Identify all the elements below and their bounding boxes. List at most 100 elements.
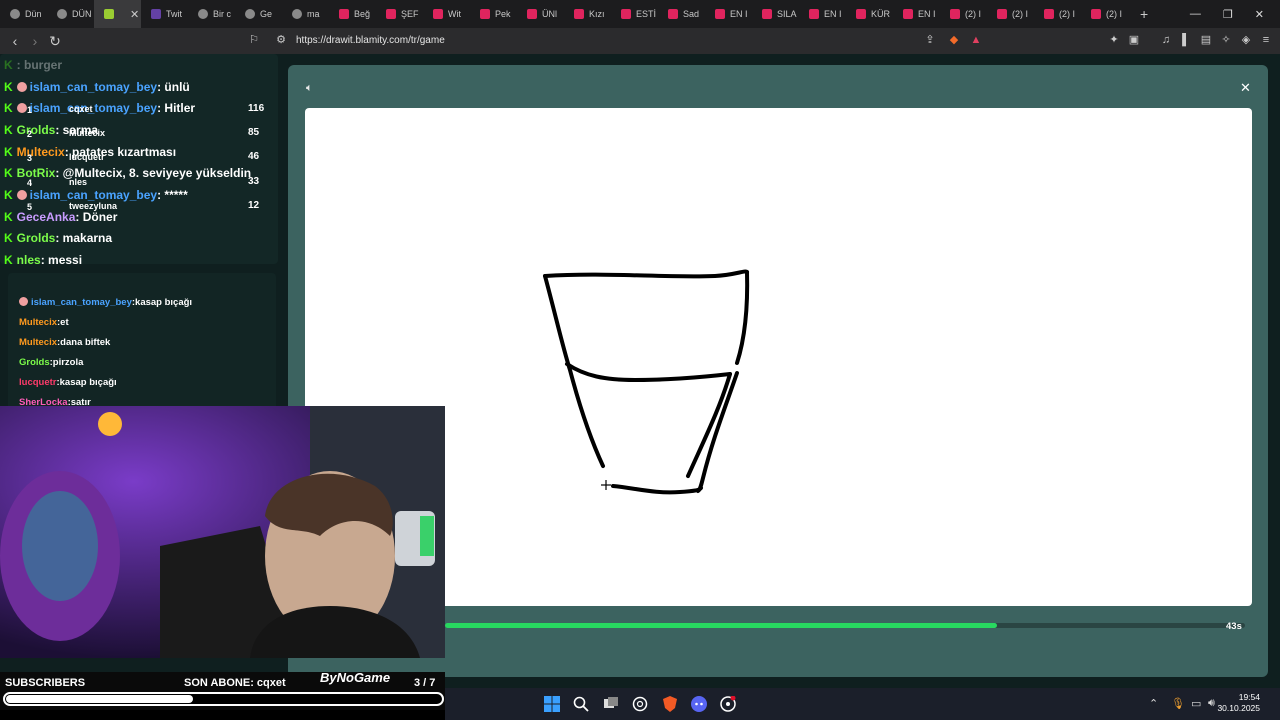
tab-label: Twit — [166, 9, 183, 19]
kick-icon: K — [4, 123, 13, 137]
youtube-icon — [621, 9, 631, 19]
tab-19[interactable]: EN I — [893, 0, 940, 28]
tab-7[interactable]: Beğ — [329, 0, 376, 28]
tab-11[interactable]: ÜNl — [517, 0, 564, 28]
tab-label: ma — [307, 9, 320, 19]
clock[interactable]: 19:54 30.10.2025 — [1217, 692, 1260, 714]
speaker-icon[interactable]: 🔈︎ — [306, 82, 313, 95]
youtube-icon — [1044, 9, 1054, 19]
vpn-icon[interactable]: ◈ — [1240, 34, 1252, 46]
network-icon[interactable]: ▭ — [1191, 697, 1201, 710]
youtube-icon — [1091, 9, 1101, 19]
drawing — [543, 269, 750, 495]
guess-username: islam_can_tomay_bey — [31, 297, 132, 308]
chat-username[interactable]: Grolds — [17, 231, 56, 245]
kick-icon: K — [4, 210, 13, 224]
back-icon[interactable]: ‹ — [5, 33, 25, 49]
reload-icon[interactable]: ↻ — [45, 33, 65, 50]
tab-8[interactable]: ŞEF — [376, 0, 423, 28]
tab-13[interactable]: ESTİ — [611, 0, 658, 28]
youtube-icon — [856, 9, 866, 19]
tab-12[interactable]: Kızı — [564, 0, 611, 28]
tab-2[interactable]: ✕ — [94, 0, 141, 28]
tab-15[interactable]: EN I — [705, 0, 752, 28]
chat-username[interactable]: BotRix — [17, 166, 56, 180]
timer-label: 43s — [1226, 621, 1242, 632]
drawing-canvas[interactable] — [305, 108, 1252, 606]
extensions-icon[interactable]: ✦ — [1108, 34, 1120, 46]
tab-22[interactable]: (2) I — [1034, 0, 1081, 28]
guess-item: lucquetr:kasap bıçağı — [19, 377, 117, 388]
music-icon[interactable]: ♫ — [1160, 34, 1172, 46]
tab-21[interactable]: (2) I — [987, 0, 1034, 28]
menu-icon[interactable]: ≡ — [1260, 34, 1272, 46]
chat-username[interactable]: islam_can_tomay_bey — [30, 101, 157, 115]
bookmark-icon[interactable]: ⚐ — [248, 34, 260, 46]
close-game-icon[interactable]: ✕ — [1240, 80, 1251, 96]
close-window-icon[interactable]: ✕ — [1255, 8, 1264, 21]
volume-icon[interactable]: 🔊︎ — [1208, 697, 1215, 710]
tab-3[interactable]: Twit — [141, 0, 188, 28]
tab-17[interactable]: EN I — [799, 0, 846, 28]
tab-18[interactable]: KÜR — [846, 0, 893, 28]
chat-username[interactable]: Multecix — [17, 145, 65, 159]
guess-username: Multecix — [19, 337, 58, 348]
window-controls: — ❐ ✕ — [1190, 0, 1280, 28]
tab-6[interactable]: ma — [282, 0, 329, 28]
kick-icon: K — [4, 80, 13, 94]
task-view-icon[interactable] — [603, 696, 619, 712]
brave-icon[interactable] — [662, 696, 678, 712]
minimize-icon[interactable]: — — [1190, 8, 1201, 20]
tab-20[interactable]: (2) I — [940, 0, 987, 28]
tab-16[interactable]: SILA — [752, 0, 799, 28]
tab-5[interactable]: Ge — [235, 0, 282, 28]
tab-23[interactable]: (2) I — [1081, 0, 1128, 28]
sub-goal-count: 3 / 7 — [414, 677, 436, 689]
chat-text: : ***** — [157, 188, 188, 202]
site-settings-icon[interactable]: ⚙ — [275, 34, 287, 46]
chat-message: Knles: messi — [4, 253, 82, 267]
windows-start-icon[interactable] — [544, 696, 560, 712]
guess-text: :et — [57, 317, 69, 328]
rewards-icon[interactable]: ▲ — [970, 34, 982, 46]
chat-username[interactable]: Grolds — [17, 123, 56, 137]
kick-icon: K — [4, 231, 13, 245]
chat-username[interactable]: islam_can_tomay_bey — [30, 80, 157, 94]
search-icon[interactable] — [573, 696, 589, 712]
new-tab-button[interactable]: + — [1140, 6, 1148, 22]
brave-shield-icon[interactable]: ◆ — [948, 34, 960, 46]
chatgpt-icon[interactable] — [632, 696, 648, 712]
tray-chevron-icon[interactable]: ⌃ — [1149, 697, 1158, 710]
chat-username[interactable]: nles — [17, 253, 41, 267]
restore-icon[interactable]: ❐ — [1223, 8, 1233, 21]
tab-14[interactable]: Sad — [658, 0, 705, 28]
leo-icon[interactable]: ✧ — [1220, 34, 1232, 46]
wallet-icon[interactable]: ▤ — [1200, 34, 1212, 46]
leaderboard-name: nles — [69, 177, 88, 187]
chat-message: K BotRix: @Multecix, 8. seviyeye yükseldi… — [4, 166, 251, 180]
tab-1[interactable]: DÜN — [47, 0, 94, 28]
tab-label: KÜR — [871, 9, 891, 19]
forward-icon[interactable]: › — [25, 33, 45, 49]
chat-username[interactable]: GeceAnka — [17, 210, 76, 224]
tab-4[interactable]: Bir c — [188, 0, 235, 28]
microphone-icon[interactable]: 🎙︎ — [1171, 697, 1185, 710]
tab-9[interactable]: Wit — [423, 0, 470, 28]
tab-0[interactable]: Dün — [0, 0, 47, 28]
url-field[interactable]: https://drawit.blamity.com/tr/game — [296, 35, 445, 46]
screenshot-icon[interactable]: ▣ — [1128, 34, 1140, 46]
leaderboard-name: lucquetr — [69, 152, 105, 162]
discord-icon[interactable] — [691, 696, 707, 712]
chat-text: : burger — [16, 58, 63, 72]
tab-10[interactable]: Pek — [470, 0, 517, 28]
globe-icon — [10, 9, 20, 19]
youtube-icon — [433, 9, 443, 19]
tab-close-icon[interactable]: ✕ — [130, 8, 139, 21]
youtube-icon — [527, 9, 537, 19]
tabs: Dün DÜN ✕ Twit Bir c Ge ma Beğ ŞEF Wit Pek ÜNl Kızı E… — [0, 0, 1128, 28]
share-icon[interactable]: ⇪ — [924, 34, 936, 46]
obs-icon[interactable] — [720, 696, 736, 712]
tab-label: ÜNl — [542, 9, 557, 19]
chat-username[interactable]: islam_can_tomay_bey — [30, 188, 157, 202]
sidebar-icon[interactable]: ▌ — [1180, 34, 1192, 46]
